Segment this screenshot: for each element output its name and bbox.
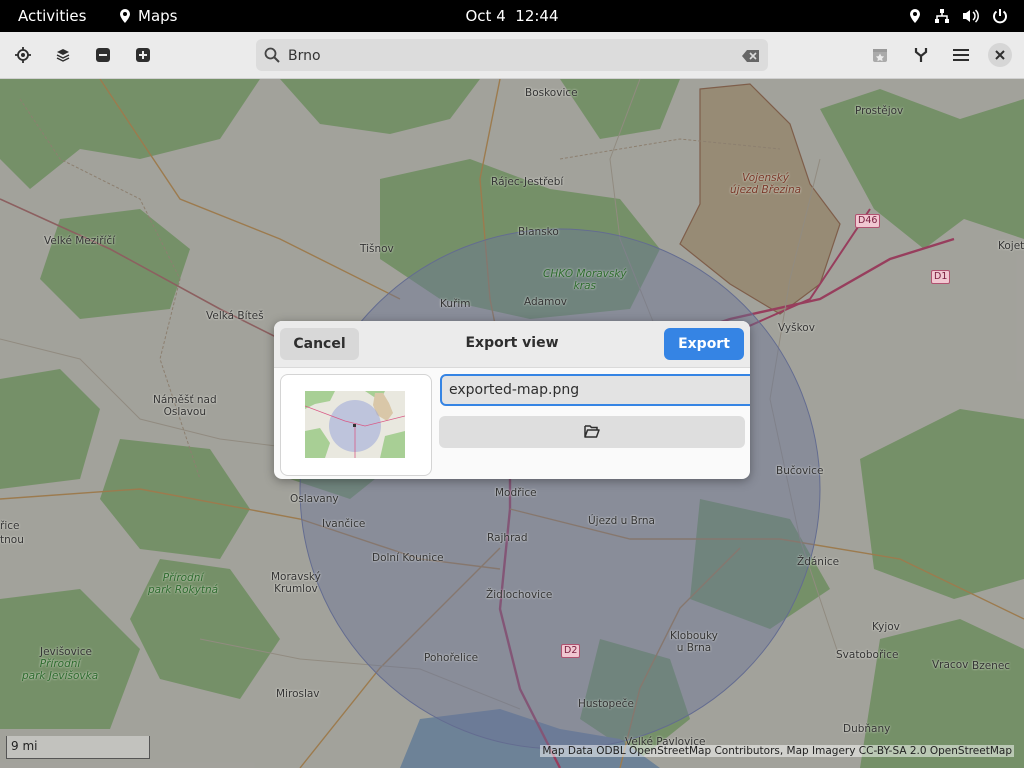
- app-menu[interactable]: Maps: [118, 7, 177, 25]
- place-label: Moravský Krumlov: [271, 571, 321, 595]
- place-label: Kojet: [998, 240, 1024, 252]
- place-label: Prostějov: [855, 105, 904, 117]
- search-input[interactable]: [286, 43, 730, 69]
- date: Oct 4: [465, 7, 506, 25]
- place-label: Velká Bíteš: [206, 310, 264, 322]
- place-label: Adamov: [524, 296, 567, 308]
- place-label: Náměšť nad Oslavou: [153, 394, 217, 418]
- menu-icon[interactable]: [949, 43, 973, 67]
- header-bar: [0, 32, 1024, 79]
- place-label: Klobouky u Brna: [670, 630, 718, 654]
- road-shield: D1: [931, 270, 951, 284]
- place-label: Pohořelice: [424, 652, 479, 664]
- place-label: Hustopeče: [578, 698, 634, 710]
- locate-icon[interactable]: [11, 43, 35, 67]
- place-label: Ždánice: [797, 556, 840, 568]
- search-bar[interactable]: [256, 39, 768, 71]
- place-label: Velké Meziříčí: [44, 235, 116, 247]
- power-icon: [992, 8, 1008, 24]
- place-label: řice: [0, 520, 20, 532]
- place-label: Vyškov: [778, 322, 815, 334]
- map-pin-icon: [118, 8, 132, 24]
- place-label: Vojenský újezd Březina: [730, 172, 802, 196]
- place-label: Boskovice: [525, 87, 578, 99]
- choose-folder-button[interactable]: [439, 416, 745, 448]
- folder-open-icon: [584, 423, 600, 442]
- place-label: tnou: [0, 534, 24, 546]
- place-label: Kuřim: [440, 298, 471, 310]
- place-label: CHKO Moravský kras: [543, 268, 627, 292]
- filename-input[interactable]: [440, 374, 750, 406]
- time: 12:44: [515, 7, 559, 25]
- place-label: Dolní Kounice: [372, 552, 444, 564]
- place-label: Vracov: [932, 659, 969, 671]
- place-label: Tišnov: [360, 243, 394, 255]
- export-button[interactable]: Export: [664, 328, 744, 360]
- place-label: Kyjov: [872, 621, 900, 633]
- datetime-button[interactable]: Oct 4 12:44: [465, 7, 558, 25]
- route-icon[interactable]: [909, 43, 933, 67]
- place-label: Bzenec: [972, 660, 1011, 672]
- location-icon: [908, 8, 922, 24]
- zoom-in-icon[interactable]: [131, 43, 155, 67]
- scale-label: 9 mi: [11, 739, 38, 753]
- map-attribution: Map Data ODBL OpenStreetMap Contributors…: [540, 745, 1014, 757]
- clear-search-icon[interactable]: [742, 48, 760, 67]
- road-shield: D46: [855, 214, 881, 228]
- favorites-icon[interactable]: [868, 43, 892, 67]
- place-label: Blansko: [518, 226, 559, 238]
- app-name: Maps: [138, 7, 178, 25]
- map-scale: 9 mi: [6, 736, 150, 759]
- place-label: Modřice: [495, 487, 537, 499]
- volume-icon: [962, 8, 980, 24]
- close-icon[interactable]: [988, 43, 1012, 67]
- export-dialog: Cancel Export view Export: [274, 321, 750, 479]
- map-preview-image: [305, 391, 405, 458]
- map-preview: [280, 374, 432, 476]
- top-bar: Activities Maps Oct 4 12:44: [0, 0, 1024, 32]
- place-label: Židlochovice: [486, 589, 553, 601]
- network-icon: [934, 8, 950, 24]
- activities-button[interactable]: Activities: [18, 7, 86, 25]
- layers-icon[interactable]: [51, 43, 75, 67]
- system-tray[interactable]: [908, 8, 1008, 24]
- place-label: Rajhrad: [487, 532, 528, 544]
- place-label: Jevišovice: [40, 646, 92, 658]
- place-label: Dubňany: [843, 723, 891, 735]
- place-label: Přírodní park Jevišovka: [22, 658, 99, 682]
- place-label: Újezd u Brna: [588, 515, 655, 527]
- search-icon: [264, 47, 280, 67]
- place-label: Přírodní park Rokytná: [148, 572, 219, 596]
- place-label: Bučovice: [776, 465, 824, 477]
- place-label: Ivančice: [322, 518, 366, 530]
- place-label: Miroslav: [276, 688, 320, 700]
- road-shield: D2: [561, 644, 581, 658]
- dialog-header: Cancel Export view Export: [274, 321, 750, 368]
- place-label: Rájec-Jestřebí: [491, 176, 564, 188]
- place-label: Svatobořice: [836, 649, 899, 661]
- place-label: Oslavany: [290, 493, 339, 505]
- zoom-out-icon[interactable]: [91, 43, 115, 67]
